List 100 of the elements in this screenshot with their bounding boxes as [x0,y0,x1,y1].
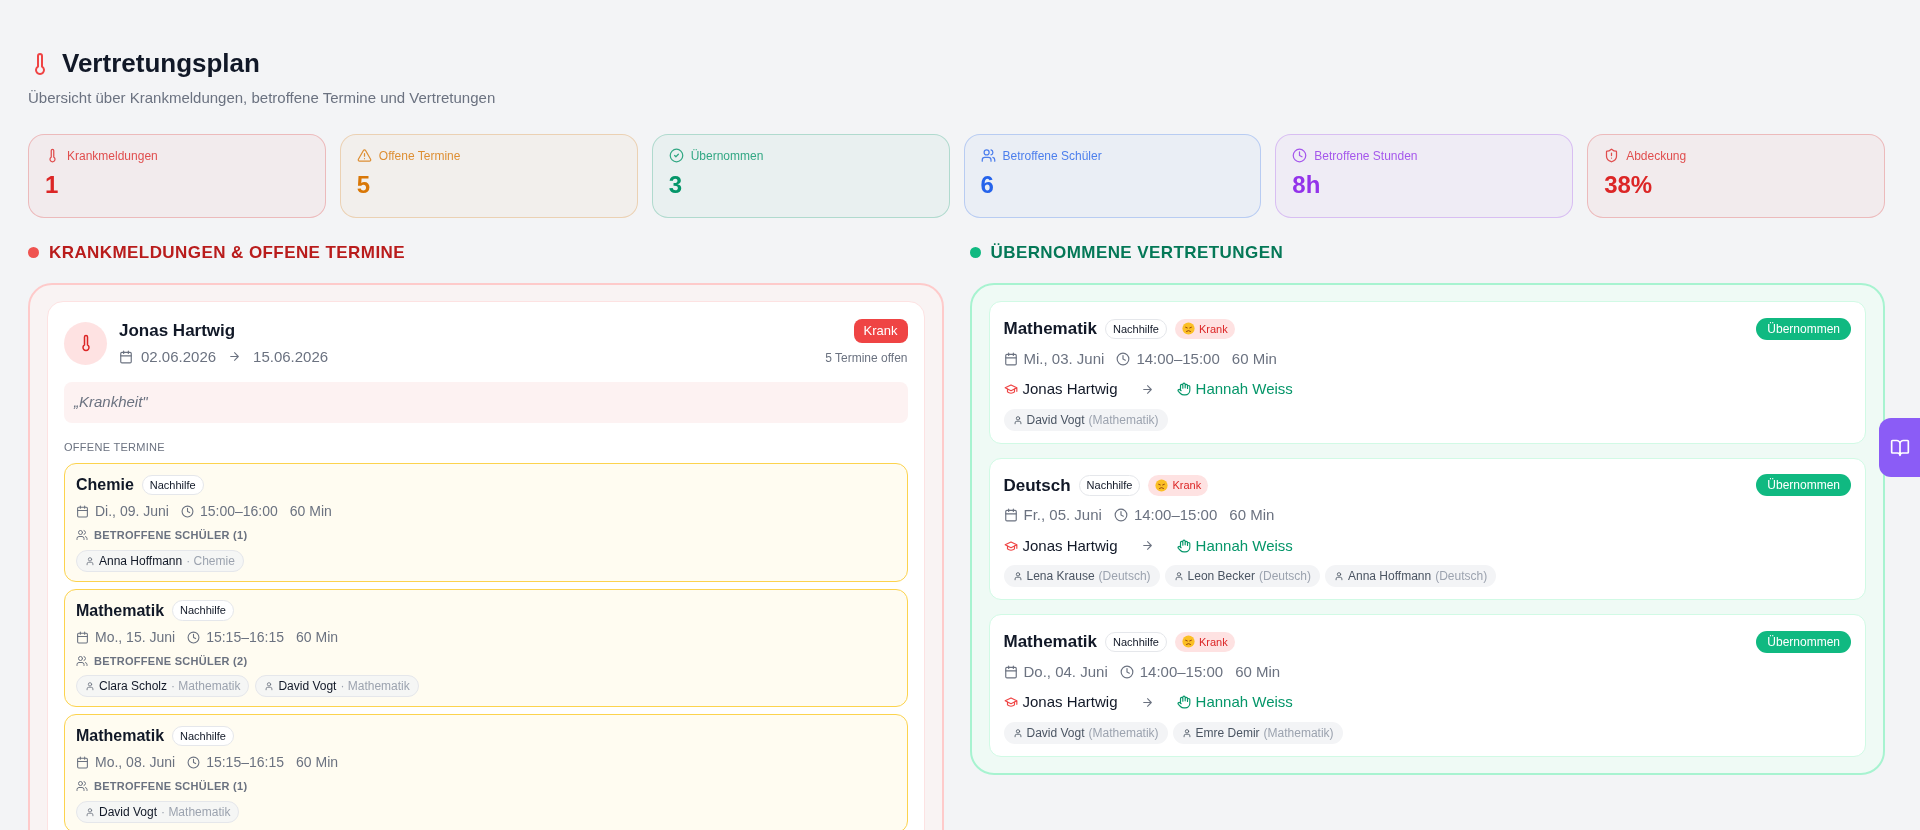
arrow-right-icon [1140,382,1154,396]
time-text: 15:15–16:15 [206,627,284,647]
user-icon [1012,571,1023,581]
reason-text: Krank [1198,634,1228,650]
clock-icon [180,505,194,518]
calendar-icon [1003,351,1018,366]
stat-label: Krankmeldungen [67,147,158,165]
check-circle-icon [668,148,684,163]
student-name: Emre Demir [1195,724,1260,742]
list-heading: OFFENE TERMINE [64,439,166,455]
calendar-icon [1003,664,1018,679]
type-badge: Nachhilfe [172,600,234,621]
student-name: Anna Hoffmann [1348,568,1432,585]
shield-icon [1604,148,1620,163]
arrow-right-icon [228,350,242,364]
clock-icon [1113,508,1128,523]
stat-label: Offene Termine [378,147,461,165]
student-subject: (Mathematik) [1263,724,1334,742]
user-icon [85,681,95,691]
student-name: David Vogt [1026,411,1085,429]
duration-text: 60 Min [296,627,339,647]
subject-title: Deutsch [1003,474,1071,497]
type-badge: Nachhilfe [141,474,204,496]
stat-label: Übernommen [690,147,764,165]
duration-text: 60 Min [1231,348,1277,369]
duration-text: 60 Min [1235,661,1281,682]
user-icon [1334,571,1344,581]
stat-value: 6 [980,169,995,200]
calendar-icon [119,349,133,364]
status-badge: Übernommen [1756,317,1851,340]
clock-icon [1119,664,1134,679]
hand-icon [1176,538,1191,553]
students-heading: BETROFFENE SCHÜLER (1) [94,779,248,794]
date-text: Di., 09. Juni [95,502,169,521]
hand-icon [1176,695,1191,710]
student-name: Leon Becker [1187,568,1255,585]
user-icon [1173,571,1184,581]
page-title: Vertretungsplan [62,47,260,80]
date-text: Fr., 05. Juni [1023,505,1102,525]
type-badge: Nachhilfe [1105,631,1167,652]
stat-value: 8h [1292,169,1322,200]
warning-icon [356,148,372,163]
stat-label: Betroffene Stunden [1314,147,1418,165]
reason-text: Krank [1172,478,1202,493]
teacher-name: Jonas Hartwig [1022,692,1118,712]
section-heading: ÜBERNOMMENE VERTRETUNGEN [990,241,1284,264]
teacher-name: Jonas Hartwig [1022,535,1118,556]
graduation-cap-icon [1003,695,1018,710]
duration-text: 60 Min [289,502,332,521]
clock-icon [187,630,201,644]
time-text: 15:15–16:15 [206,753,284,772]
subject-title: Mathematik [76,600,165,621]
calendar-icon [76,630,89,644]
type-badge: Nachhilfe [172,725,234,747]
status-badge: Krank [853,319,908,343]
student-subject: (Mathematik) [1088,411,1159,429]
duration-text: 60 Min [296,753,339,772]
stat-value: 3 [668,169,683,200]
date-text: 15.06.2026 [253,346,329,367]
book-icon [1889,437,1910,458]
stat-label: Abdeckung [1626,147,1687,165]
student-name: Anna Hoffmann [99,552,183,570]
student-subject: · Mathematik [161,803,231,821]
user-icon [1012,414,1023,425]
type-badge: Nachhilfe [1078,475,1141,496]
clock-icon [1292,148,1308,163]
stat-value: 38% [1604,169,1654,200]
calendar-icon [76,505,89,518]
student-name: David Vogt [1026,724,1085,742]
arrow-right-icon [1140,539,1154,553]
status-badge: Übernommen [1756,630,1851,653]
date-text: Do., 04. Juni [1023,661,1108,682]
duration-text: 60 Min [1229,505,1275,525]
substitute-name: Hannah Weiss [1195,535,1293,556]
reason-note: „Krankheit" [64,382,908,423]
student-name: Clara Scholz [99,678,168,695]
stat-label: Betroffene Schüler [1002,147,1102,165]
graduation-cap-icon [1003,382,1018,397]
student-subject: (Deutsch) [1435,568,1488,585]
status-badge: Übernommen [1756,474,1851,497]
face-icon [1155,478,1169,492]
book-button[interactable] [1879,418,1920,477]
user-icon [85,806,95,817]
users-icon [76,780,88,793]
users-icon [980,148,996,163]
teacher-name: Jonas Hartwig [1022,379,1118,399]
user-icon [1181,727,1192,738]
date-text: Mo., 15. Juni [95,627,176,647]
time-text: 15:00–16:00 [199,502,278,521]
open-count: 5 Termine offen [825,349,908,367]
student-subject: · Mathematik [340,678,410,695]
page-subtitle: Übersicht über Krankmeldungen, betroffene Termine und Vertretungen [28,88,497,108]
stat-value: 1 [45,169,60,200]
students-heading: BETROFFENE SCHÜLER (1) [94,528,248,543]
students-heading: BETROFFENE SCHÜLER (2) [94,653,248,669]
reason-text: Krank [1198,321,1228,337]
time-text: 14:00–15:00 [1139,661,1224,682]
student-subject: (Deutsch) [1098,568,1151,585]
time-text: 14:00–15:00 [1133,505,1218,525]
student-subject: (Mathematik) [1088,724,1159,742]
